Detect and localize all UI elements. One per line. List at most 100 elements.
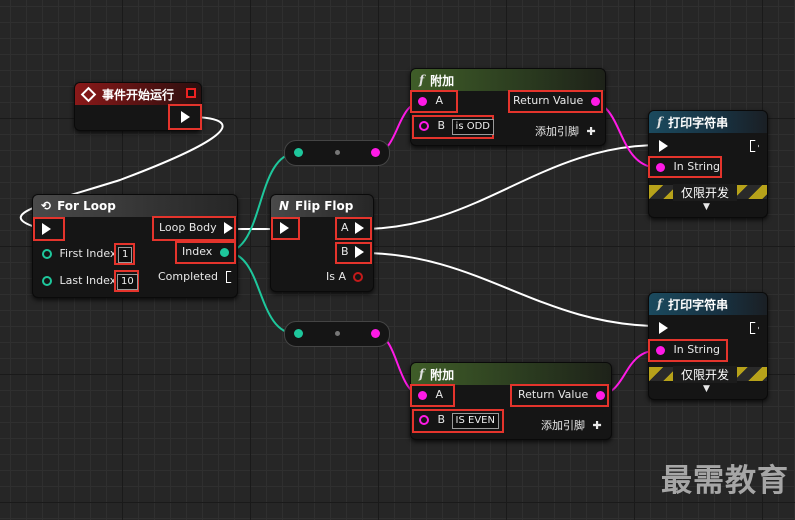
loop-body-exec-pin[interactable] (224, 222, 234, 234)
append-bottom-title: 附加 (430, 367, 455, 382)
exec-wire-b-to-print-bottom (361, 252, 661, 327)
print-top-dev-label: 仅限开发 (673, 184, 738, 201)
append-bottom-a-pin[interactable] (418, 390, 427, 400)
flip-flop-is-a-label: Is A (326, 270, 346, 283)
append-bottom-b-pin[interactable] (419, 415, 429, 425)
flip-flop-title: Flip Flop (295, 199, 354, 213)
event-delegate-pin[interactable] (186, 88, 196, 98)
append-bottom-b-label: B (437, 413, 446, 426)
print-top-exec-out-pin[interactable] (750, 140, 759, 152)
for-loop-header: ⟲ For Loop (33, 195, 237, 217)
reroute-node-top[interactable] (284, 140, 390, 166)
flip-flop-b-exec-pin[interactable] (355, 246, 365, 258)
append-bottom-a-row: A (418, 388, 443, 401)
print-top-exec-in-pin[interactable] (659, 140, 668, 152)
print-bottom-title: 打印字符串 (668, 297, 729, 312)
append-bottom-return-pin[interactable] (595, 390, 605, 400)
print-top-in-string-row: In String (656, 160, 720, 173)
append-top-b-label: B (437, 119, 446, 132)
event-exec-out-pin[interactable] (181, 111, 190, 123)
completed-exec-pin[interactable] (225, 271, 235, 283)
print-top-in-string-pin[interactable] (656, 162, 665, 172)
flip-flop-is-a-row: Is A (326, 270, 363, 283)
function-icon: f (419, 367, 425, 381)
flip-flop-icon: N (279, 199, 290, 213)
flip-flop-a-label: A (341, 221, 349, 234)
append-top-return-pin[interactable] (590, 96, 600, 106)
function-icon: f (657, 115, 663, 129)
print-top-title: 打印字符串 (668, 115, 729, 130)
plus-icon[interactable]: ✚ (593, 419, 602, 432)
reroute-top-center-dot (335, 150, 340, 155)
append-top-b-input[interactable]: is ODD (451, 119, 494, 135)
plus-icon[interactable]: ✚ (587, 125, 596, 138)
last-index-row: Last Index (42, 274, 116, 287)
append-top-add-pin-row[interactable]: 添加引脚 ✚ (535, 123, 596, 139)
flip-flop-a-row: A (341, 221, 365, 234)
print-bottom-in-string-label: In String (673, 343, 721, 356)
for-loop-exec-in-pin[interactable] (42, 223, 51, 235)
append-top-a-pin[interactable] (418, 96, 427, 106)
index-row: Index (182, 245, 229, 258)
reroute-bottom-center-dot (335, 331, 340, 336)
print-bottom-dev-label: 仅限开发 (673, 366, 738, 383)
index-label: Index (182, 245, 213, 258)
flip-flop-is-a-pin[interactable] (352, 272, 363, 282)
reroute-top-in-pin[interactable] (294, 148, 303, 157)
first-index-label: First Index (59, 247, 117, 260)
event-node-header: 事件开始运行 (75, 83, 201, 105)
append-top-a-label: A (435, 94, 444, 107)
completed-row: Completed (158, 270, 235, 283)
print-bottom-exec-out-pin[interactable] (750, 322, 759, 334)
function-icon: f (657, 297, 663, 311)
flip-flop-header: N Flip Flop (271, 195, 373, 217)
print-top-header: f 打印字符串 (649, 111, 767, 133)
exec-wire-a-to-print-top (361, 144, 661, 230)
print-bottom-expand-arrow-icon[interactable]: ▼ (703, 384, 710, 394)
loop-icon: ⟲ (41, 199, 52, 213)
append-top-return-row: Return Value (513, 94, 600, 107)
flip-flop-b-row: B (341, 245, 365, 258)
function-icon: f (419, 73, 425, 87)
print-bottom-header: f 打印字符串 (649, 293, 767, 315)
print-top-expand-arrow-icon[interactable]: ▼ (703, 202, 710, 212)
index-out-pin[interactable] (219, 247, 229, 257)
last-index-pin[interactable] (42, 276, 52, 286)
last-index-label: Last Index (59, 274, 117, 287)
first-index-input[interactable]: 1 (118, 247, 133, 263)
print-top-in-string-label: In String (673, 160, 721, 173)
flip-flop-b-label: B (341, 245, 349, 258)
watermark-text: 最需教育 (661, 463, 789, 499)
append-top-a-row: A (418, 94, 443, 107)
append-top-title: 附加 (430, 73, 455, 88)
append-top-return-label: Return Value (513, 94, 584, 107)
first-index-row: First Index (42, 247, 116, 260)
completed-label: Completed (158, 270, 218, 283)
append-top-b-pin[interactable] (419, 121, 429, 131)
last-index-input[interactable]: 10 (117, 274, 138, 290)
append-bottom-header: f 附加 (411, 363, 611, 385)
for-loop-title: For Loop (57, 199, 116, 213)
reroute-node-bottom[interactable] (284, 321, 390, 347)
loop-body-row: Loop Body (159, 221, 234, 234)
event-diamond-icon (80, 86, 97, 102)
append-bottom-add-pin-row[interactable]: 添加引脚 ✚ (541, 417, 602, 433)
flip-flop-exec-in-pin[interactable] (280, 222, 289, 234)
append-top-b-row: B is ODD (419, 119, 494, 135)
reroute-bottom-in-pin[interactable] (294, 329, 303, 338)
print-bottom-in-string-pin[interactable] (656, 345, 665, 355)
append-bottom-return-row: Return Value (518, 388, 605, 401)
append-top-header: f 附加 (411, 69, 605, 91)
flip-flop-a-exec-pin[interactable] (355, 222, 365, 234)
append-bottom-add-pin-label[interactable]: 添加引脚 (541, 419, 585, 432)
append-bottom-return-label: Return Value (518, 388, 589, 401)
event-node-title: 事件开始运行 (102, 87, 175, 102)
print-bottom-in-string-row: In String (656, 343, 720, 356)
loop-body-label: Loop Body (159, 221, 217, 234)
reroute-bottom-out-pin[interactable] (371, 329, 380, 338)
print-bottom-exec-in-pin[interactable] (659, 322, 668, 334)
append-top-add-pin-label[interactable]: 添加引脚 (535, 125, 579, 138)
first-index-pin[interactable] (42, 249, 52, 259)
reroute-top-out-pin[interactable] (371, 148, 380, 157)
append-bottom-b-input[interactable]: IS EVEN (451, 413, 499, 429)
